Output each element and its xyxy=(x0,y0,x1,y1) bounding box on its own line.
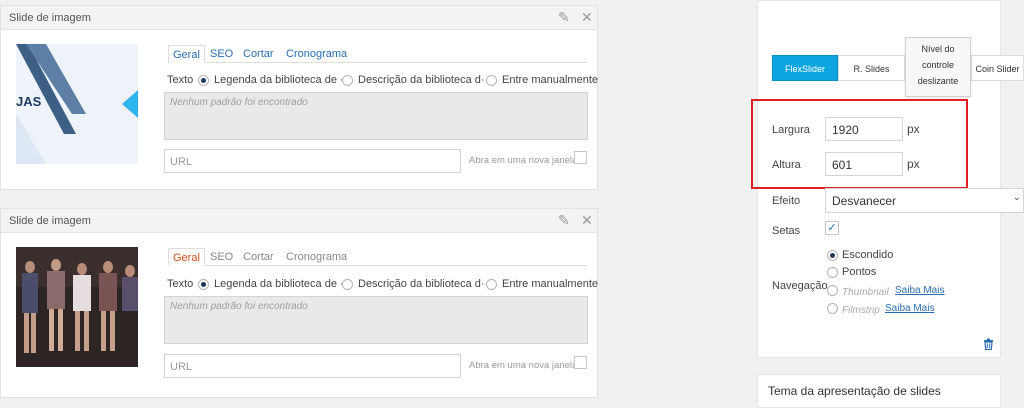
theme-title: Tema da apresentação de slides xyxy=(768,384,941,398)
url-placeholder: URL xyxy=(170,156,193,168)
setas-checkbox[interactable]: ✓ xyxy=(825,221,839,235)
tab-flexslider[interactable]: FlexSlider xyxy=(772,55,838,81)
tab-cortar[interactable]: Cortar xyxy=(239,45,278,63)
nav-radio-pontos[interactable] xyxy=(827,267,838,278)
tab-cortar[interactable]: Cortar xyxy=(239,248,278,266)
saiba-mais-link-thumbnail[interactable]: Saiba Mais xyxy=(895,285,944,296)
slide-tabs: Geral SEO Cortar Cronograma xyxy=(168,248,587,266)
nav-radio-filmstrip[interactable] xyxy=(827,303,838,314)
url-input[interactable]: URL xyxy=(164,354,461,378)
new-window-checkbox[interactable] xyxy=(574,151,587,164)
nav-radio-thumbnail[interactable] xyxy=(827,285,838,296)
slide-card-1: Slide de imagem ✎ ✕ JAS Geral SEO Cortar… xyxy=(0,5,598,190)
tab-geral[interactable]: Geral xyxy=(168,248,205,266)
radio-legenda-label: Legenda da biblioteca de ··· xyxy=(214,74,351,86)
tooltip-line-2: controle xyxy=(921,60,955,70)
tooltip-line-3: deslizante xyxy=(917,76,959,86)
nav-escondido-label: Escondido xyxy=(842,249,894,261)
text-area[interactable]: Nenhum padrão foi encontrado xyxy=(164,296,588,344)
nav-pontos-label: Pontos xyxy=(842,266,877,278)
saiba-mais-link-filmstrip[interactable]: Saiba Mais xyxy=(885,303,934,314)
tab-seo[interactable]: SEO xyxy=(206,248,237,266)
slide-header: Slide de imagem ✎ ✕ xyxy=(1,209,597,233)
setas-label: Setas xyxy=(772,225,801,237)
slide-header: Slide de imagem ✎ ✕ xyxy=(1,6,597,30)
radio-manual-label: Entre manualmente xyxy=(502,74,598,86)
tab-cronograma[interactable]: Cronograma xyxy=(282,248,351,266)
tab-cronograma[interactable]: Cronograma xyxy=(282,45,351,63)
radio-legenda[interactable] xyxy=(198,279,209,290)
tab-geral[interactable]: Geral xyxy=(168,45,205,63)
textarea-placeholder: Nenhum padrão foi encontrado xyxy=(170,97,308,108)
texto-label: Texto xyxy=(167,278,194,290)
slide-card-2: Slide de imagem ✎ ✕ Geral SEO Cortar Cro… xyxy=(0,208,598,398)
tab-seo[interactable]: SEO xyxy=(206,45,237,63)
efeito-label: Efeito xyxy=(772,195,801,207)
close-icon[interactable]: ✕ xyxy=(581,9,593,25)
close-icon[interactable]: ✕ xyxy=(581,212,593,228)
new-window-label: Abra em uma nova janela xyxy=(469,155,578,166)
url-input[interactable]: URL xyxy=(164,149,461,173)
nav-filmstrip-label: Filmstrip xyxy=(842,305,880,316)
texto-label: Texto xyxy=(167,74,194,86)
dimensions-highlight xyxy=(751,99,968,189)
radio-descricao[interactable] xyxy=(342,75,353,86)
radio-manual-label: Entre manualmente xyxy=(502,278,598,290)
thumbnail-text: JAS xyxy=(16,94,42,109)
radio-descricao-label: Descrição da biblioteca d··· xyxy=(358,278,492,290)
slide-title: Slide de imagem xyxy=(9,12,91,24)
nav-thumbnail-label: Thumbnail xyxy=(842,287,889,298)
radio-legenda[interactable] xyxy=(198,75,209,86)
radio-manual[interactable] xyxy=(486,279,497,290)
tab-coin-slider[interactable]: Coin Slider xyxy=(971,55,1024,81)
new-window-checkbox[interactable] xyxy=(574,356,587,369)
radio-descricao-label: Descrição da biblioteca d··· xyxy=(358,74,492,86)
radio-descricao[interactable] xyxy=(342,279,353,290)
chevron-down-icon: ⌄ xyxy=(1012,192,1021,203)
tooltip-line-1: Nível do xyxy=(921,44,955,54)
pencil-icon[interactable]: ✎ xyxy=(558,212,570,228)
slide-title: Slide de imagem xyxy=(9,215,91,227)
tab-nivo-slider[interactable]: Nível do controle deslizante xyxy=(905,37,971,97)
slides-area: Slide de imagem ✎ ✕ JAS Geral SEO Cortar… xyxy=(0,0,725,404)
trash-icon[interactable] xyxy=(983,338,994,353)
effect-value: Desvanecer xyxy=(832,194,897,208)
tab-r-slides[interactable]: R. Slides xyxy=(838,55,905,81)
radio-manual[interactable] xyxy=(486,75,497,86)
text-area[interactable]: Nenhum padrão foi encontrado xyxy=(164,92,588,140)
new-window-label: Abra em uma nova janela xyxy=(469,360,578,371)
slide-thumbnail[interactable] xyxy=(16,247,138,367)
effect-select[interactable]: Desvanecer ⌄ xyxy=(825,188,1024,213)
navegacao-label: Navegação xyxy=(772,280,828,292)
theme-panel[interactable]: Tema da apresentação de slides xyxy=(757,374,1001,408)
slide-thumbnail[interactable]: JAS xyxy=(16,44,138,164)
nav-radio-escondido[interactable] xyxy=(827,250,838,261)
radio-legenda-label: Legenda da biblioteca de ··· xyxy=(214,278,351,290)
pencil-icon[interactable]: ✎ xyxy=(558,9,570,25)
textarea-placeholder: Nenhum padrão foi encontrado xyxy=(170,301,308,312)
url-placeholder: URL xyxy=(170,361,193,373)
slide-tabs: Geral SEO Cortar Cronograma xyxy=(168,45,587,63)
